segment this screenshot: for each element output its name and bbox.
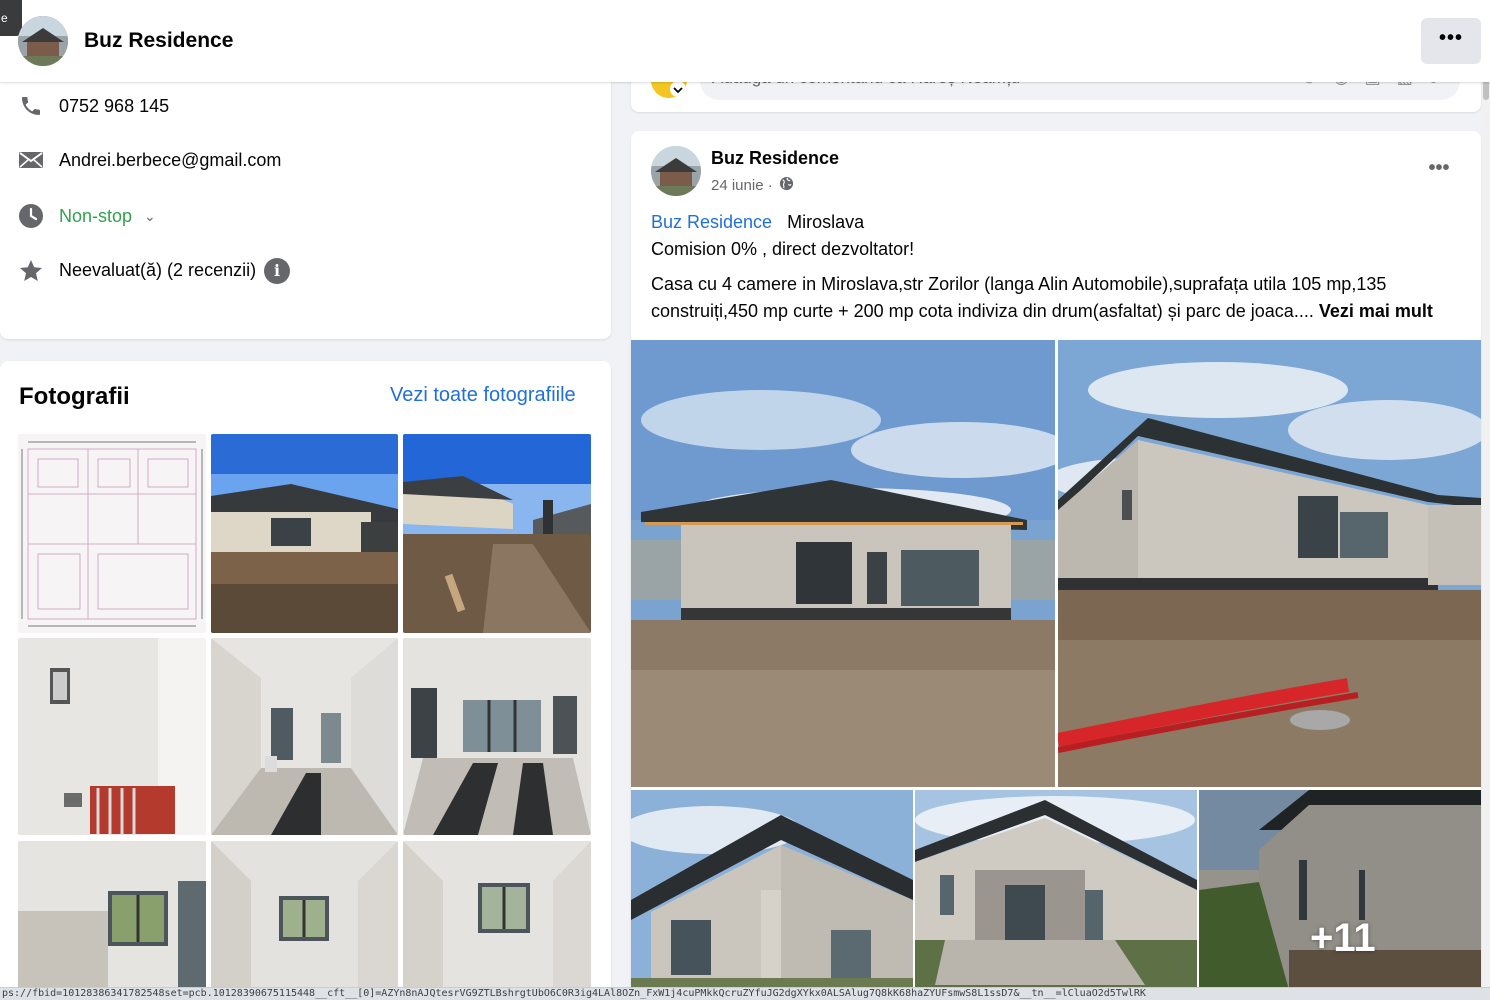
email-address[interactable]: Andrei.berbece@gmail.com bbox=[59, 150, 281, 171]
post-text-line-1: Comision 0% , direct dezvoltator! bbox=[651, 239, 915, 259]
photo-thumbnail[interactable] bbox=[211, 841, 398, 991]
photo-thumbnail[interactable] bbox=[18, 841, 206, 991]
chevron-down-icon[interactable]: ⌄ bbox=[144, 208, 156, 225]
photo-thumbnail[interactable] bbox=[18, 638, 206, 835]
post-timestamp: 24 iunie · bbox=[711, 176, 794, 195]
post-photo[interactable] bbox=[631, 790, 913, 990]
phone-number[interactable]: 0752 968 145 bbox=[59, 96, 169, 117]
post-date-label[interactable]: 24 iunie · bbox=[711, 177, 773, 194]
info-icon[interactable]: i bbox=[264, 258, 291, 284]
hours-label: Non-stop bbox=[59, 205, 133, 226]
more-options-button[interactable]: ••• bbox=[1421, 18, 1481, 64]
rating-text: Neevaluat(ă) (2 recenzii) i bbox=[59, 258, 291, 284]
post-text-line-2: Casa cu 4 camere in Miroslava,str Zorilo… bbox=[651, 274, 1387, 294]
rating-label: Neevaluat(ă) (2 recenzii) bbox=[59, 259, 257, 280]
more-photos-count[interactable]: +11 bbox=[1310, 916, 1376, 961]
clock-icon bbox=[18, 203, 44, 229]
photo-thumbnail[interactable] bbox=[403, 638, 591, 835]
post-tags-line: Buz Residence Miroslava bbox=[651, 212, 864, 233]
post-text-line-3-content: construiți,450 mp curte + 200 mp cota in… bbox=[651, 301, 1314, 321]
post-author-avatar[interactable] bbox=[651, 146, 701, 196]
page-title[interactable]: Buz Residence bbox=[84, 29, 233, 53]
email-icon bbox=[18, 147, 44, 173]
photo-thumbnail[interactable] bbox=[403, 434, 591, 633]
page-avatar[interactable] bbox=[18, 16, 68, 66]
photos-heading: Fotografii bbox=[19, 383, 130, 410]
post-more-button[interactable]: ••• bbox=[1424, 156, 1454, 186]
see-more-link[interactable]: Vezi mai mult bbox=[1319, 301, 1433, 321]
tooltip-tag: e bbox=[0, 0, 22, 36]
star-icon bbox=[18, 258, 44, 284]
post-photo[interactable] bbox=[915, 790, 1197, 990]
photo-thumbnail[interactable] bbox=[403, 841, 591, 991]
page-header: e Buz Residence ••• bbox=[0, 0, 1490, 82]
link-status-bar: ps://fbid=10128386341782548set=pcb.10128… bbox=[0, 987, 1490, 1000]
phone-icon bbox=[18, 93, 44, 119]
globe-icon bbox=[779, 176, 794, 195]
post-text-line-3: construiți,450 mp curte + 200 mp cota in… bbox=[651, 301, 1433, 322]
see-all-photos-link[interactable]: Vezi toate fotografiile bbox=[390, 384, 576, 407]
post-author-name[interactable]: Buz Residence bbox=[711, 148, 839, 169]
location-label[interactable]: Miroslava bbox=[787, 212, 864, 232]
photo-thumbnail[interactable] bbox=[18, 434, 206, 633]
tagged-page-link[interactable]: Buz Residence bbox=[651, 212, 772, 232]
post-photo[interactable] bbox=[631, 340, 1055, 787]
photo-thumbnail[interactable] bbox=[211, 434, 398, 633]
post-photo[interactable] bbox=[1058, 340, 1481, 787]
photo-thumbnail[interactable] bbox=[211, 638, 398, 835]
page-scrollbar[interactable] bbox=[1482, 0, 1490, 987]
hours-status[interactable]: Non-stop ⌄ bbox=[59, 206, 156, 227]
